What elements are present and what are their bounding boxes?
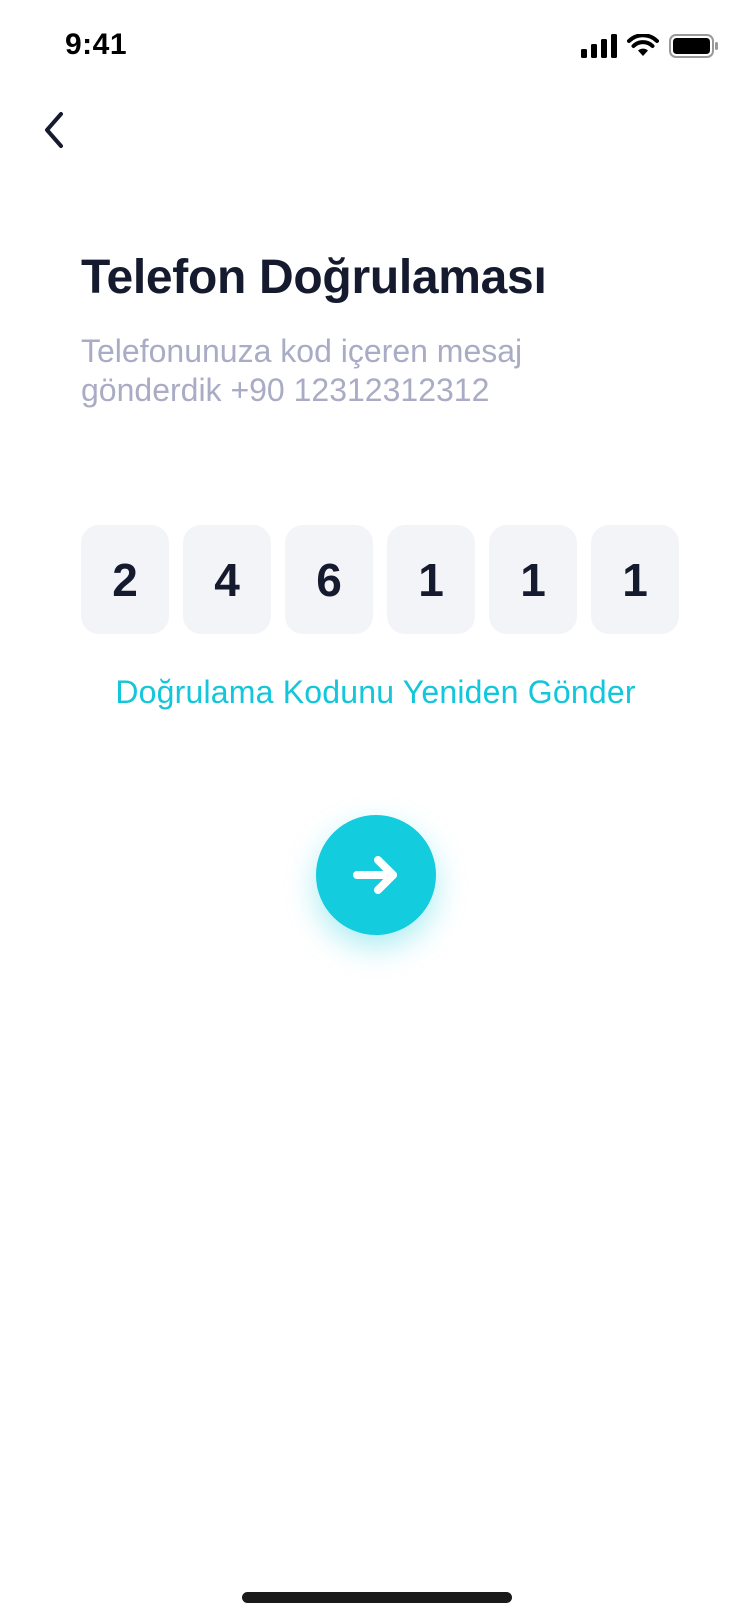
resend-code-link[interactable]: Doğrulama Kodunu Yeniden Gönder (0, 674, 751, 711)
wifi-icon (627, 34, 659, 56)
code-digit-5[interactable]: 1 (489, 525, 577, 634)
battery-icon (669, 34, 718, 58)
code-digit-2[interactable]: 4 (183, 525, 271, 634)
chevron-left-icon (45, 112, 63, 148)
code-digit-4[interactable]: 1 (387, 525, 475, 634)
home-indicator (242, 1592, 512, 1603)
code-digit-6[interactable]: 1 (591, 525, 679, 634)
code-digit-3[interactable]: 6 (285, 525, 373, 634)
status-time: 9:41 (65, 28, 128, 61)
verification-code-input: 2 4 6 1 1 1 (81, 525, 679, 634)
arrow-right-icon (353, 856, 397, 894)
verification-screen: 9:41 Telefon Doğrulaması Telefonunuza ko… (0, 0, 751, 1624)
cellular-signal-icon (581, 34, 617, 58)
next-button[interactable] (316, 815, 436, 935)
status-icons (581, 34, 719, 58)
back-button[interactable] (30, 105, 78, 155)
page-subtitle: Telefonunuza kod içeren mesaj gönderdik … (81, 333, 523, 408)
page-title: Telefon Doğrulaması (81, 251, 547, 304)
code-digit-1[interactable]: 2 (81, 525, 169, 634)
